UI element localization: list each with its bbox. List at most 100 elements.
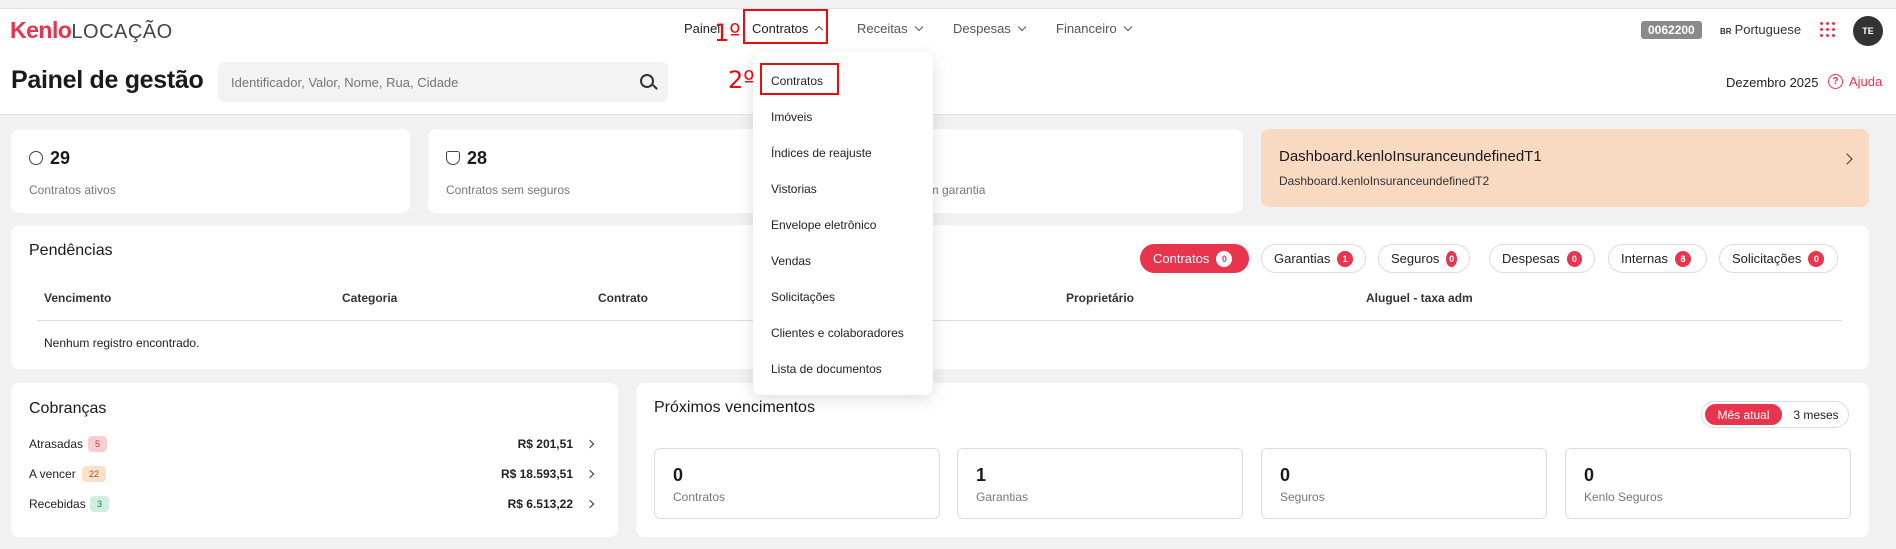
nav-receitas[interactable]: Receitas — [857, 21, 923, 36]
chevron-right-icon — [585, 439, 595, 449]
logo-brand: Kenlo — [10, 17, 72, 43]
nav-receitas-label: Receitas — [857, 21, 908, 36]
cobranca-value: R$ 6.513,22 — [507, 497, 573, 511]
chip-label: Internas — [1621, 251, 1668, 266]
toggle-mes-atual[interactable]: Mês atual — [1705, 404, 1782, 425]
shield-icon — [446, 151, 460, 165]
top-nav: KenloLOCAÇÃO Painel Contratos Receitas D… — [0, 8, 1896, 53]
chip-seguros[interactable]: Seguros 0 — [1378, 244, 1470, 273]
chip-count: 8 — [1674, 250, 1691, 267]
stat-label: Contratos sem seguros — [446, 183, 571, 197]
help-label: Ajuda — [1849, 74, 1883, 89]
chevron-down-icon — [914, 22, 923, 32]
chip-count: 1 — [1337, 250, 1353, 267]
chip-garantias[interactable]: Garantias 1 — [1261, 244, 1366, 273]
proximo-value: 0 — [1584, 465, 1595, 485]
chevron-right-icon — [1841, 153, 1853, 165]
toggle-3-meses[interactable]: 3 meses — [1786, 404, 1846, 425]
chip-solicitacoes[interactable]: Solicitações 0 — [1719, 244, 1838, 273]
menu-item-lista-documentos[interactable]: Lista de documentos — [771, 362, 882, 376]
chip-internas[interactable]: Internas 8 — [1608, 244, 1707, 273]
proximo-value: 0 — [1280, 465, 1291, 485]
language-selector[interactable]: BR Portuguese — [1720, 22, 1801, 37]
chip-count: 0 — [1216, 250, 1233, 267]
chevron-right-icon — [585, 469, 595, 479]
annotation-box-step1 — [743, 9, 828, 44]
month-selector[interactable]: Dezembro 2025 — [1726, 75, 1819, 90]
annotation-step2-label: 2º — [728, 66, 755, 94]
column-header-categoria[interactable]: Categoria — [342, 291, 397, 305]
insurance-banner[interactable]: Dashboard.kenloInsuranceundefinedT1 Dash… — [1261, 129, 1869, 207]
page-scrollbar[interactable] — [1883, 115, 1896, 549]
stat-value: 29 — [50, 148, 71, 168]
insurance-subtitle: Dashboard.kenloInsuranceundefinedT2 — [1279, 174, 1490, 188]
cobranca-value: R$ 18.593,51 — [500, 467, 573, 481]
proximo-label: Kenlo Seguros — [1584, 490, 1663, 504]
cobrancas-title: Cobranças — [29, 400, 107, 417]
cobranca-value: R$ 201,51 — [517, 437, 573, 451]
table-divider — [37, 320, 1842, 321]
stat-value: 28 — [467, 148, 488, 168]
cobranca-label: Recebidas — [29, 497, 86, 511]
empty-table-message: Nenhum registro encontrado. — [44, 336, 200, 350]
cobranca-row-recebidas[interactable]: Recebidas 3 R$ 6.513,22 — [29, 495, 596, 515]
nav-financeiro-label: Financeiro — [1056, 21, 1117, 36]
flag-br-icon: BR — [1720, 27, 1732, 36]
avatar[interactable]: TE — [1853, 16, 1883, 46]
pendencias-title: Pendências — [29, 242, 113, 259]
count-badge: 22 — [82, 466, 107, 482]
proximo-card-seguros[interactable]: 0 Seguros — [1261, 448, 1547, 519]
chip-label: Contratos — [1153, 251, 1210, 266]
cobranca-row-atrasadas[interactable]: Atrasadas 5 R$ 201,51 — [29, 435, 596, 455]
proximo-label: Garantias — [976, 490, 1029, 504]
stat-card-contratos-ativos[interactable]: 29 Contratos ativos — [11, 129, 410, 213]
column-header-vencimento[interactable]: Vencimento — [44, 291, 111, 305]
proximo-card-kenlo-seguros[interactable]: 0 Kenlo Seguros — [1565, 448, 1851, 519]
search-input[interactable] — [218, 62, 668, 102]
menu-item-vistorias[interactable]: Vistorias — [771, 182, 817, 196]
proximo-label: Seguros — [1280, 490, 1325, 504]
annotation-step1-label: 1º — [714, 19, 741, 47]
chip-label: Garantias — [1274, 251, 1331, 266]
chip-count: 0 — [1566, 250, 1582, 267]
period-toggle: Mês atual 3 meses — [1701, 401, 1849, 428]
language-label: Portuguese — [1734, 22, 1802, 37]
column-header-proprietario[interactable]: Proprietário — [1066, 291, 1134, 305]
search-icon[interactable] — [640, 74, 654, 88]
question-icon: ? — [1828, 74, 1843, 89]
column-header-contrato[interactable]: Contrato — [598, 291, 648, 305]
column-header-aluguel[interactable]: Aluguel - taxa adm — [1366, 291, 1473, 305]
annotation-box-step2 — [760, 63, 839, 95]
chip-despesas[interactable]: Despesas 0 — [1489, 244, 1595, 273]
cobranca-row-a-vencer[interactable]: A vencer 22 R$ 18.593,51 — [29, 465, 596, 485]
pendencias-panel — [11, 225, 1869, 369]
nav-despesas-label: Despesas — [953, 21, 1011, 36]
nav-financeiro[interactable]: Financeiro — [1056, 21, 1132, 36]
menu-item-clientes-colaboradores[interactable]: Clientes e colaboradores — [771, 326, 904, 340]
insurance-title: Dashboard.kenloInsuranceundefinedT1 — [1279, 148, 1542, 165]
kenlo-logo[interactable]: KenloLOCAÇÃO — [10, 17, 173, 44]
menu-item-envelope-eletronico[interactable]: Envelope eletrônico — [771, 218, 876, 232]
menu-item-vendas[interactable]: Vendas — [771, 254, 811, 268]
proximo-card-garantias[interactable]: 1 Garantias — [957, 448, 1243, 519]
proximos-title: Próximos vencimentos — [654, 399, 815, 416]
account-code-badge: 0062200 — [1641, 21, 1702, 39]
chip-contratos[interactable]: Contratos 0 — [1140, 244, 1249, 273]
chip-label: Despesas — [1502, 251, 1560, 266]
chevron-down-icon — [1017, 22, 1027, 32]
chip-label: Solicitações — [1732, 251, 1802, 266]
proximo-card-contratos[interactable]: 0 Contratos — [654, 448, 940, 519]
count-badge: 5 — [88, 436, 108, 452]
help-link[interactable]: ? Ajuda — [1828, 74, 1882, 89]
stat-label: Contratos ativos — [29, 183, 116, 197]
menu-item-imoveis[interactable]: Imóveis — [771, 110, 812, 124]
chip-label: Seguros — [1391, 251, 1440, 266]
apps-grid-icon[interactable] — [1820, 22, 1835, 37]
check-circle-icon — [29, 151, 43, 165]
menu-item-indices-reajuste[interactable]: Índices de reajuste — [771, 146, 872, 160]
page-header: Painel de gestão Dezembro 2025 ? Ajuda — [0, 53, 1896, 115]
chevron-down-icon — [1123, 22, 1132, 32]
contratos-dropdown-menu: Contratos Imóveis Índices de reajuste Vi… — [753, 52, 933, 395]
nav-despesas[interactable]: Despesas — [953, 21, 1027, 36]
menu-item-solicitacoes[interactable]: Solicitações — [771, 290, 835, 304]
